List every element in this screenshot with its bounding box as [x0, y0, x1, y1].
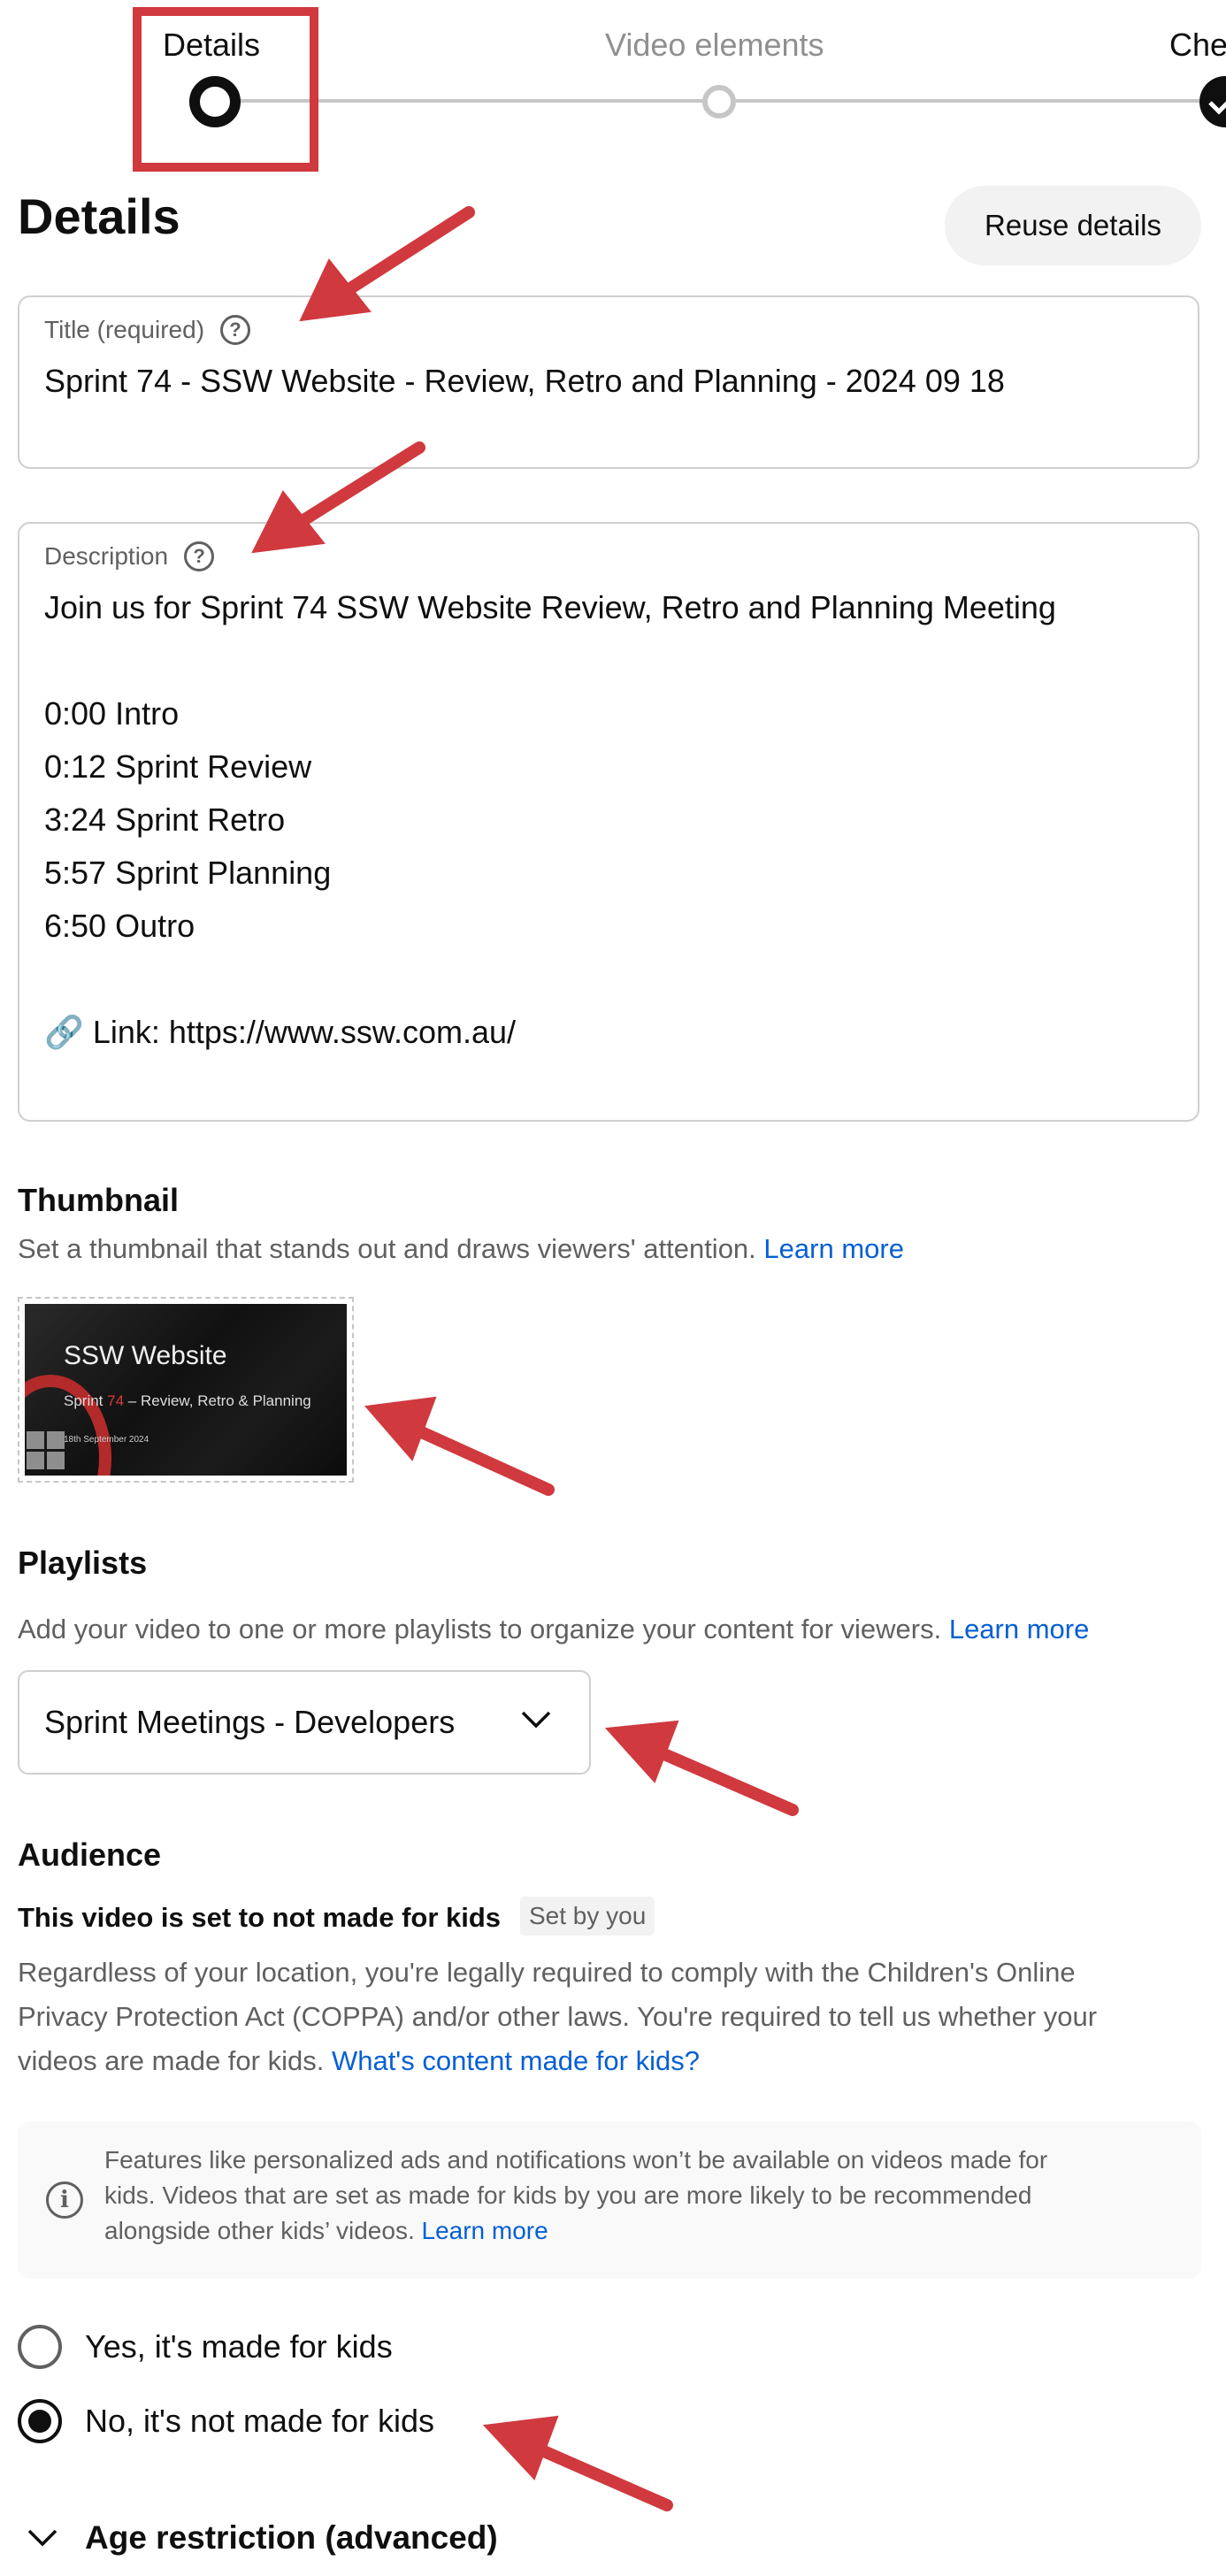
coppa-paragraph-text: videos are made for kids.: [18, 2045, 325, 2076]
age-restriction-label[interactable]: Age restriction (advanced): [85, 2519, 498, 2557]
annotation-arrow: [604, 1720, 799, 1816]
playlists-subtitle: Add your video to one or more playlists …: [18, 1614, 1089, 1645]
content-made-for-kids-link[interactable]: What's content made for kids?: [332, 2045, 700, 2076]
info-line-text: alongside other kids’ videos.: [104, 2217, 415, 2244]
thumbnail-subtitle-text: Set a thumbnail that stands out and draw…: [18, 1233, 756, 1264]
stepper-line: [736, 99, 1199, 103]
playlist-select[interactable]: Sprint Meetings - Developers: [18, 1670, 591, 1775]
playlists-learn-more-link[interactable]: Learn more: [949, 1614, 1090, 1644]
chevron-down-icon[interactable]: [27, 2527, 58, 2549]
step-checks-done-icon[interactable]: [1199, 76, 1226, 127]
thumbnail-subtitle: Set a thumbnail that stands out and draw…: [18, 1233, 904, 1265]
step-video-elements-dot[interactable]: [702, 85, 736, 119]
made-for-kids-info-box: i Features like personalized ads and not…: [18, 2121, 1201, 2279]
set-by-you-badge: Set by you: [520, 1897, 655, 1936]
playlist-select-value[interactable]: Sprint Meetings - Developers: [44, 1704, 455, 1741]
description-line[interactable]: Join us for Sprint 74 SSW Website Review…: [44, 589, 1056, 626]
description-line[interactable]: 6:50 Outro: [44, 908, 195, 945]
radio-no-not-made-for-kids[interactable]: No, it's not made for kids: [18, 2399, 434, 2443]
thumbnail-heading: Thumbnail: [18, 1182, 179, 1218]
title-field-label: Title (required): [44, 316, 205, 343]
title-input[interactable]: Sprint 74 - SSW Website - Review, Retro …: [44, 363, 1005, 400]
thumbnail-image-sprint-number: 74: [107, 1392, 125, 1409]
info-line: kids. Videos that are set as made for ki…: [104, 2181, 1032, 2209]
radio-no-label[interactable]: No, it's not made for kids: [85, 2403, 434, 2440]
page-title: Details: [18, 188, 180, 244]
thumbnail-image-subtitle-prefix: Sprint: [64, 1392, 108, 1409]
description-line[interactable]: 0:00 Intro: [44, 695, 179, 732]
radio-yes-label[interactable]: Yes, it's made for kids: [85, 2328, 393, 2365]
made-for-kids-status: This video is set to not made for kids: [18, 1902, 502, 1933]
info-icon: i: [46, 2181, 83, 2219]
description-field[interactable]: Description ? Join us for Sprint 74 SSW …: [18, 522, 1199, 1122]
coppa-paragraph-line: Regardless of your location, you're lega…: [18, 1957, 1076, 1988]
info-line: Features like personalized ads and notif…: [104, 2146, 1048, 2174]
step-video-elements-label[interactable]: Video elements: [605, 27, 824, 64]
info-learn-more-link[interactable]: Learn more: [422, 2217, 548, 2244]
thumbnail-image[interactable]: SSW Website Sprint 74 – Review, Retro & …: [25, 1304, 347, 1476]
thumbnail-image-date: 18th September 2024: [64, 1435, 149, 1445]
reuse-details-button[interactable]: Reuse details: [945, 186, 1201, 265]
thumbnail-image-subtitle-suffix: – Review, Retro & Planning: [124, 1392, 311, 1409]
radio-unchecked-icon[interactable]: [18, 2325, 62, 2369]
coppa-paragraph-line: Privacy Protection Act (COPPA) and/or ot…: [18, 2001, 1098, 2032]
playlists-heading: Playlists: [18, 1545, 148, 1581]
title-field[interactable]: Title (required) ? Sprint 74 - SSW Websi…: [18, 295, 1199, 469]
thumbnail-learn-more-link[interactable]: Learn more: [763, 1233, 904, 1264]
radio-checked-icon[interactable]: [18, 2399, 62, 2443]
thumbnail-image-subtitle: Sprint 74 – Review, Retro & Planning: [64, 1392, 311, 1410]
description-line[interactable]: 0:12 Sprint Review: [44, 748, 311, 786]
age-restriction-toggle[interactable]: Age restriction (advanced): [27, 2519, 498, 2557]
chevron-down-icon[interactable]: [520, 1709, 552, 1730]
playlists-subtitle-text: Add your video to one or more playlists …: [18, 1614, 942, 1644]
info-line: alongside other kids’ videos. Learn more: [104, 2217, 548, 2245]
description-line[interactable]: 5:57 Sprint Planning: [44, 855, 331, 892]
coppa-paragraph-line: videos are made for kids. What's content…: [18, 2045, 700, 2077]
radio-yes-made-for-kids[interactable]: Yes, it's made for kids: [18, 2325, 393, 2369]
annotation-highlight-box: [133, 7, 318, 172]
description-line[interactable]: 3:24 Sprint Retro: [44, 801, 285, 839]
ssw-logo-icon: [27, 1431, 65, 1470]
thumbnail-image-title: SSW Website: [64, 1341, 227, 1370]
help-icon[interactable]: ?: [220, 315, 251, 345]
audience-heading: Audience: [18, 1836, 162, 1873]
step-checks-label[interactable]: Che: [1169, 27, 1226, 64]
description-line[interactable]: 🔗 Link: https://www.ssw.com.au/: [44, 1014, 516, 1051]
help-icon[interactable]: ?: [184, 541, 215, 571]
description-field-label: Description: [44, 542, 169, 570]
thumbnail-slot[interactable]: SSW Website Sprint 74 – Review, Retro & …: [18, 1297, 354, 1483]
annotation-arrow: [364, 1396, 555, 1496]
annotation-arrow: [482, 2415, 673, 2511]
